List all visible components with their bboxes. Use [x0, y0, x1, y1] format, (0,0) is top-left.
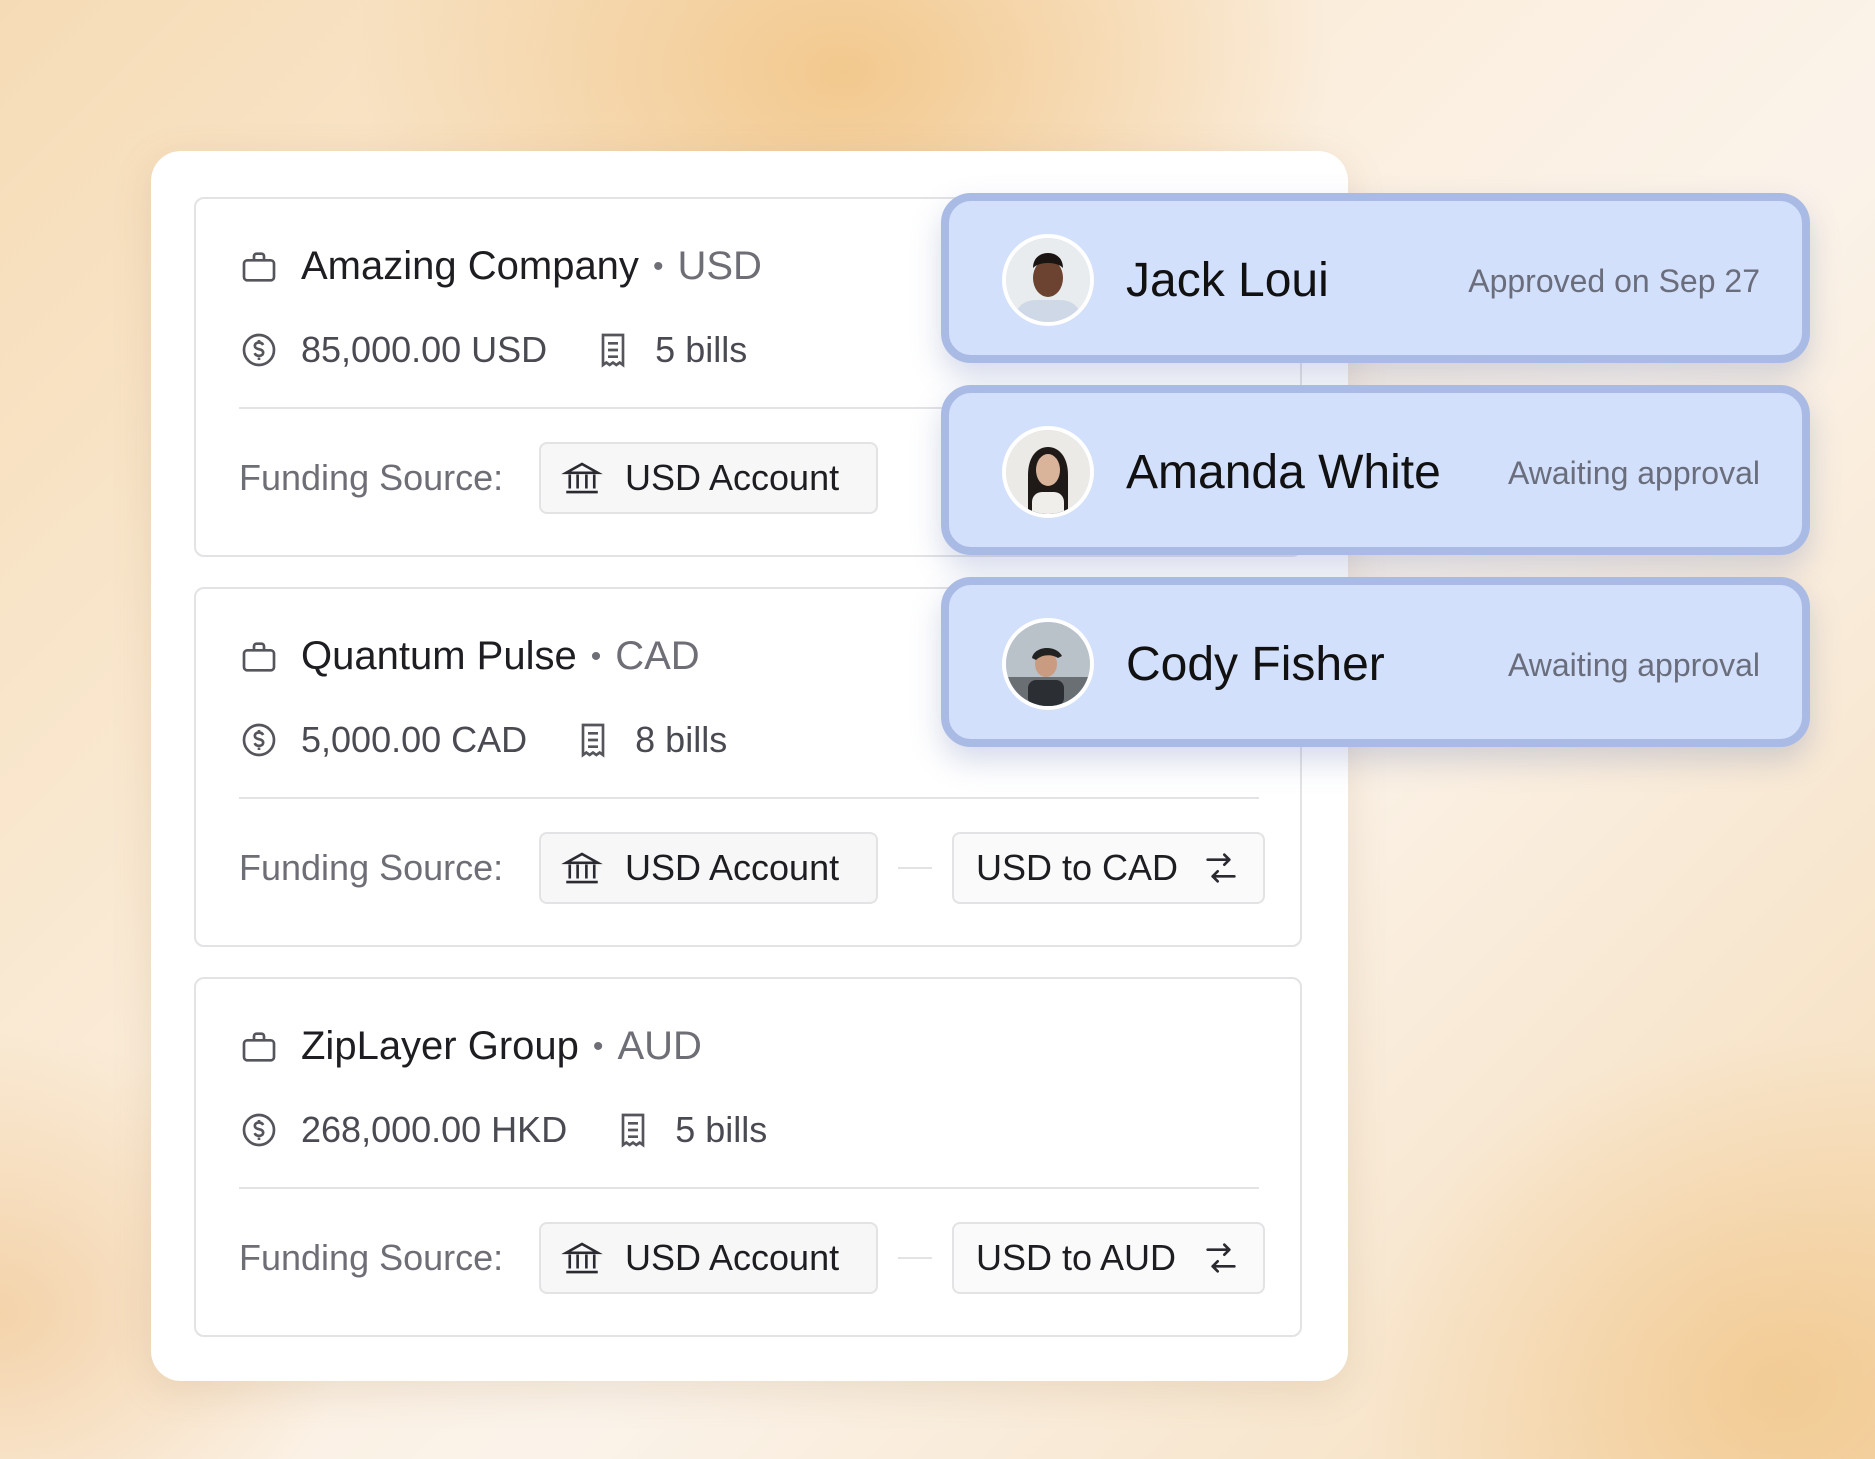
company-currency: CAD	[615, 634, 700, 678]
total-amount: 85,000.00 USD	[301, 329, 548, 370]
dollar-circle-icon	[239, 330, 279, 370]
conversion-label: USD to CAD	[976, 847, 1179, 888]
funding-account-chip[interactable]: USD Account	[539, 1222, 878, 1294]
divider	[239, 797, 1259, 799]
exchange-icon	[1201, 1238, 1241, 1278]
card-header: Quantum Pulse • CAD	[239, 634, 700, 679]
company-name: Amazing Company	[301, 244, 639, 288]
divider	[239, 1187, 1259, 1189]
connector-line	[898, 1257, 932, 1259]
card-meta: 85,000.00 USD 5 bills	[239, 329, 747, 371]
avatar	[1002, 426, 1094, 518]
briefcase-icon	[239, 1027, 279, 1067]
avatar	[1002, 234, 1094, 326]
approver-card[interactable]: Jack Loui Approved on Sep 27	[941, 193, 1810, 363]
receipt-icon	[593, 330, 633, 370]
approver-name: Jack Loui	[1126, 254, 1329, 307]
funding-account-chip[interactable]: USD Account	[539, 442, 878, 514]
separator-dot: •	[590, 639, 602, 673]
separator-dot: •	[652, 249, 664, 283]
briefcase-icon	[239, 247, 279, 287]
receipt-icon	[613, 1110, 653, 1150]
receipt-icon	[573, 720, 613, 760]
bank-icon	[561, 847, 603, 889]
total-amount: 268,000.00 HKD	[301, 1109, 568, 1150]
account-label: USD Account	[625, 457, 840, 498]
approval-status: Awaiting approval	[1507, 647, 1760, 683]
account-label: USD Account	[625, 847, 840, 888]
bill-count: 8 bills	[635, 719, 728, 760]
bill-count: 5 bills	[655, 329, 748, 370]
company-name: ZipLayer Group	[301, 1024, 579, 1068]
funding-account-chip[interactable]: USD Account	[539, 832, 878, 904]
approver-name: Amanda White	[1126, 446, 1441, 499]
company-currency: USD	[677, 244, 762, 288]
bank-icon	[561, 1237, 603, 1279]
card-header: ZipLayer Group • AUD	[239, 1024, 702, 1069]
exchange-icon	[1201, 848, 1241, 888]
conversion-chip[interactable]: USD to AUD	[952, 1222, 1265, 1294]
funding-source-row: Funding Source: USD Account	[239, 442, 878, 514]
company-name: Quantum Pulse	[301, 634, 577, 678]
funding-source-label: Funding Source:	[239, 1237, 504, 1278]
funding-source-row: Funding Source: USD Account USD to AUD	[239, 1222, 1265, 1294]
card-meta: 268,000.00 HKD 5 bills	[239, 1109, 767, 1151]
funding-source-row: Funding Source: USD Account USD to CAD	[239, 832, 1265, 904]
funding-source-label: Funding Source:	[239, 847, 504, 888]
conversion-chip[interactable]: USD to CAD	[952, 832, 1265, 904]
approver-name: Cody Fisher	[1126, 638, 1385, 691]
total-amount: 5,000.00 CAD	[301, 719, 528, 760]
card-meta: 5,000.00 CAD 8 bills	[239, 719, 727, 761]
approver-card[interactable]: Amanda White Awaiting approval	[941, 385, 1810, 555]
bank-icon	[561, 457, 603, 499]
dollar-circle-icon	[239, 1110, 279, 1150]
briefcase-icon	[239, 637, 279, 677]
approval-status: Awaiting approval	[1507, 455, 1760, 491]
avatar	[1002, 618, 1094, 710]
approver-card[interactable]: Cody Fisher Awaiting approval	[941, 577, 1810, 747]
bill-group-card[interactable]: ZipLayer Group • AUD 268,000.00 HKD 5 bi…	[194, 977, 1302, 1337]
funding-source-label: Funding Source:	[239, 457, 504, 498]
separator-dot: •	[592, 1029, 604, 1063]
connector-line	[898, 867, 932, 869]
conversion-label: USD to AUD	[976, 1237, 1177, 1278]
approval-status: Approved on Sep 27	[1468, 263, 1760, 299]
dollar-circle-icon	[239, 720, 279, 760]
account-label: USD Account	[625, 1237, 840, 1278]
bill-count: 5 bills	[675, 1109, 768, 1150]
company-currency: AUD	[617, 1024, 702, 1068]
card-header: Amazing Company • USD	[239, 244, 762, 289]
